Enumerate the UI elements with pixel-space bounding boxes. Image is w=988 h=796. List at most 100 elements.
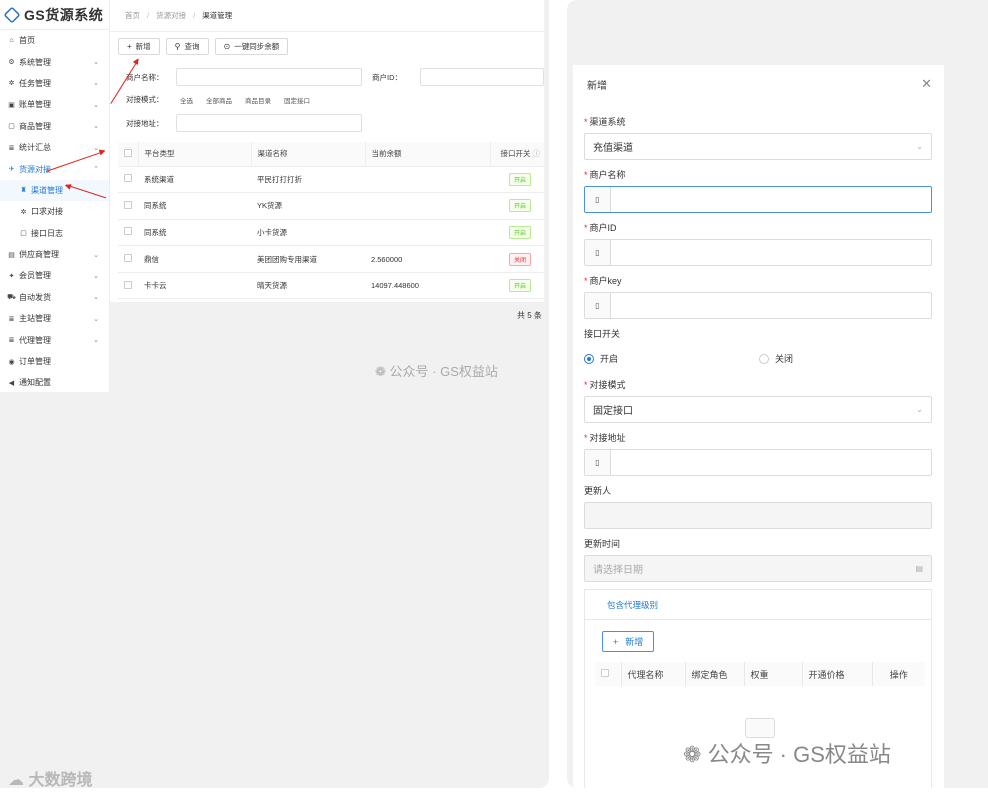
sidebar-item-bill[interactable]: ▣ 账单管理 ⌄ (0, 94, 109, 115)
cloud-icon: ☁ (8, 772, 24, 788)
sidebar-item-supplier[interactable]: ▤ 供应商管理 ⌄ (0, 244, 109, 265)
chevron-icon: ⌄ (93, 101, 99, 109)
info-icon: ⓘ (532, 149, 541, 159)
goods-icon: ▢ (8, 123, 15, 131)
breadcrumb-current: 渠道管理 (202, 11, 233, 20)
corner-watermark: ☁ 大数跨境 (8, 772, 93, 788)
breadcrumb: 首页 / 货源对接 / 渠道管理 (110, 0, 544, 32)
logo[interactable]: GS货源系统 (0, 0, 109, 30)
address-input[interactable] (176, 114, 362, 132)
chevron-down-icon: ⌄ (916, 405, 923, 414)
table-row[interactable]: 系统渠道 平民打打打折 开启 (118, 166, 544, 194)
status-badge[interactable]: 开启 (508, 225, 531, 239)
status-badge[interactable]: 开启 (508, 172, 531, 186)
merchant-key-field[interactable]: ▯ (584, 292, 932, 319)
address-field[interactable]: ▯ (584, 449, 932, 476)
sync-icon: ⊙ (223, 42, 231, 51)
update-time-field[interactable]: 请选择日期 ▤ (584, 555, 932, 582)
sidebar-item-agent[interactable]: ≣ 代理管理 ⌄ (0, 329, 109, 350)
row-checkbox[interactable] (124, 200, 132, 209)
watermark-text: ❁ 公众号 · GS权益站 (683, 742, 891, 767)
cell-platform: 系统渠道 (138, 166, 251, 194)
switch-on-radio[interactable]: 开启 (584, 352, 618, 365)
sidebar-item-notice[interactable]: ◀ 通知配置 (0, 372, 109, 393)
sidebar-item-gears[interactable]: ⚙ 系统管理 ⌄ (0, 51, 109, 72)
table-row[interactable]: 卡卡云 晴天货源 14097.448600 开启 (118, 272, 544, 300)
tab-agent-level[interactable]: 包含代理级别 (607, 599, 658, 611)
wechat-icon: ❁ (683, 742, 702, 767)
merchant-id-field[interactable]: ▯ (584, 239, 932, 266)
mode-option-catalog[interactable]: 商品目录 (245, 98, 271, 105)
sidebar-item-shield[interactable]: ♜ 渠道管理 (0, 179, 109, 202)
row-checkbox[interactable] (124, 227, 132, 236)
sidebar-item-member[interactable]: ✦ 会员管理 ⌄ (0, 265, 109, 286)
sidebar-item-dock[interactable]: ✲ 口求对接 (0, 201, 109, 222)
sidebar-item-label: 通知配置 (19, 378, 51, 388)
address-filter: 对接地址： (126, 114, 362, 132)
notice-icon: ◀ (8, 379, 15, 387)
update-time-label: 更新时间 (584, 539, 621, 549)
col-platform: 平台类型 (138, 142, 252, 167)
merchant-name-filter: 商户名称： (126, 68, 362, 86)
source-icon: ✈ (8, 166, 15, 174)
toolbar: + 新增 ⚲ 查询 ⊙ 一键同步余额 (118, 38, 289, 55)
stats-icon: ≣ (8, 144, 15, 152)
calendar-icon: ▤ (915, 564, 923, 573)
mode-option-all-goods[interactable]: 全部商品 (206, 98, 232, 105)
row-checkbox[interactable] (124, 254, 132, 263)
chevron-icon: ⌄ (93, 123, 99, 131)
sidebar-item-goods[interactable]: ▢ 商品管理 ⌄ (0, 116, 109, 137)
mode-label: * 对接模式 (584, 380, 626, 390)
sidebar-item-station[interactable]: ≣ 主站管理 ⌄ (0, 308, 109, 329)
mode-option-all[interactable]: 全选 (180, 98, 193, 105)
sidebar-item-label: 口求对接 (31, 207, 63, 217)
sidebar-item-order[interactable]: ◉ 订单管理 (0, 351, 109, 372)
col-balance: 当前余额 (365, 142, 491, 167)
status-badge[interactable]: 开启 (508, 199, 531, 213)
mode-filter: 对接模式： 全选 全部商品 商品目录 固定接口 (126, 94, 323, 105)
channel-system-label: * 渠道系统 (584, 117, 626, 127)
sidebar-item-log[interactable]: ▢ 接口日志 (0, 223, 109, 244)
sidebar-item-label: 首页 (19, 36, 35, 46)
mode-option-fixed[interactable]: 固定接口 (284, 98, 310, 105)
table-row[interactable]: 同系统 YK货源 开启 (118, 192, 544, 220)
breadcrumb-source[interactable]: 货源对接 (156, 10, 186, 21)
col-switch: 接口开关 (500, 149, 531, 159)
breadcrumb-home[interactable]: 首页 (125, 10, 140, 21)
sidebar-item-auto[interactable]: ⛟ 自动发货 ⌄ (0, 287, 109, 308)
select-all-checkbox[interactable] (601, 669, 609, 677)
col-actions: 操作 (872, 662, 925, 686)
mode-select[interactable]: 固定接口 ⌄ (584, 396, 932, 423)
sidebar-item-label: 任务管理 (19, 78, 51, 88)
table-row[interactable]: 同系统 小卡货源 开启 (118, 219, 544, 247)
sidebar-item-home[interactable]: ⌂ 首页 (0, 30, 109, 51)
channel-system-select[interactable]: 充值渠道 ⌄ (584, 133, 932, 160)
row-checkbox[interactable] (124, 280, 132, 289)
order-icon: ◉ (8, 358, 15, 366)
select-all-checkbox[interactable] (124, 148, 132, 157)
query-button[interactable]: ⚲ 查询 (165, 38, 209, 55)
add-agent-level-button[interactable]: + 新增 (602, 631, 655, 652)
member-icon: ✦ (8, 272, 15, 280)
close-icon[interactable]: ✕ (921, 76, 932, 92)
cell-name: YK货源 (251, 192, 365, 220)
status-badge[interactable]: 关闭 (508, 252, 531, 266)
clipboard-icon: ▯ (585, 293, 611, 318)
col-name: 渠道名称 (251, 142, 366, 167)
merchant-name-field[interactable]: ▯ (584, 186, 932, 213)
switch-off-radio[interactable]: 关闭 (759, 352, 793, 365)
merchant-id-input[interactable] (420, 68, 544, 86)
sync-balance-button[interactable]: ⊙ 一键同步余额 (214, 38, 289, 55)
address-label: * 对接地址 (584, 433, 626, 443)
row-checkbox[interactable] (124, 174, 132, 183)
merchant-key-label: * 商户key (584, 276, 622, 286)
sidebar-item-tasks[interactable]: ✲ 任务管理 ⌄ (0, 73, 109, 94)
cell-name: 小卡货源 (251, 219, 365, 247)
clipboard-icon: ▯ (585, 240, 611, 265)
supplier-icon: ▤ (8, 251, 15, 259)
add-button[interactable]: + 新增 (118, 38, 160, 55)
merchant-name-input[interactable] (176, 68, 362, 86)
table-row[interactable]: 鼎信 美团团购专用渠道 2.560000 关闭 (118, 245, 544, 273)
status-badge[interactable]: 开启 (508, 279, 531, 293)
cell-platform: 同系统 (138, 219, 251, 247)
